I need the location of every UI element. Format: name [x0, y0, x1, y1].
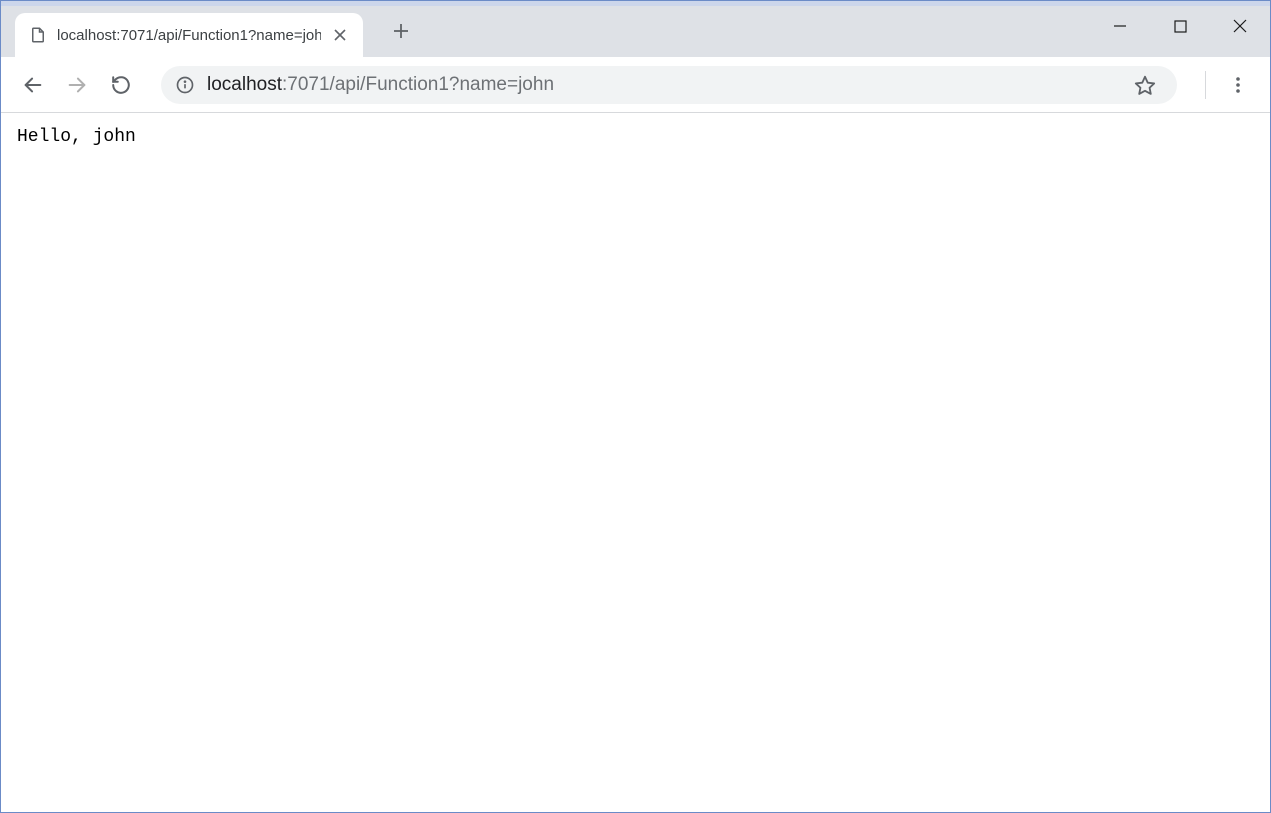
- titlebar: localhost:7071/api/Function1?name=john: [1, 1, 1270, 57]
- browser-window: localhost:7071/api/Function1?name=john: [0, 0, 1271, 813]
- tab-close-button[interactable]: [331, 26, 349, 44]
- back-button[interactable]: [15, 67, 51, 103]
- reload-button[interactable]: [103, 67, 139, 103]
- bookmark-button[interactable]: [1127, 67, 1163, 103]
- url-text: localhost:7071/api/Function1?name=john: [207, 74, 1115, 96]
- address-bar[interactable]: localhost:7071/api/Function1?name=john: [161, 66, 1177, 104]
- browser-tab[interactable]: localhost:7071/api/Function1?name=john: [15, 13, 363, 57]
- page-content: Hello, john: [1, 113, 1270, 812]
- toolbar-separator: [1205, 71, 1206, 99]
- response-body: Hello, john: [17, 127, 1254, 147]
- url-host: localhost: [207, 74, 282, 95]
- window-maximize-button[interactable]: [1150, 6, 1210, 46]
- toolbar: localhost:7071/api/Function1?name=john: [1, 57, 1270, 113]
- tab-title: localhost:7071/api/Function1?name=john: [57, 27, 321, 44]
- window-controls: [1090, 6, 1270, 46]
- new-tab-button[interactable]: [387, 17, 415, 45]
- document-icon: [29, 26, 47, 44]
- site-info-icon[interactable]: [175, 75, 195, 95]
- url-path: :7071/api/Function1?name=john: [282, 74, 554, 95]
- window-close-button[interactable]: [1210, 6, 1270, 46]
- forward-button[interactable]: [59, 67, 95, 103]
- menu-button[interactable]: [1220, 67, 1256, 103]
- window-minimize-button[interactable]: [1090, 6, 1150, 46]
